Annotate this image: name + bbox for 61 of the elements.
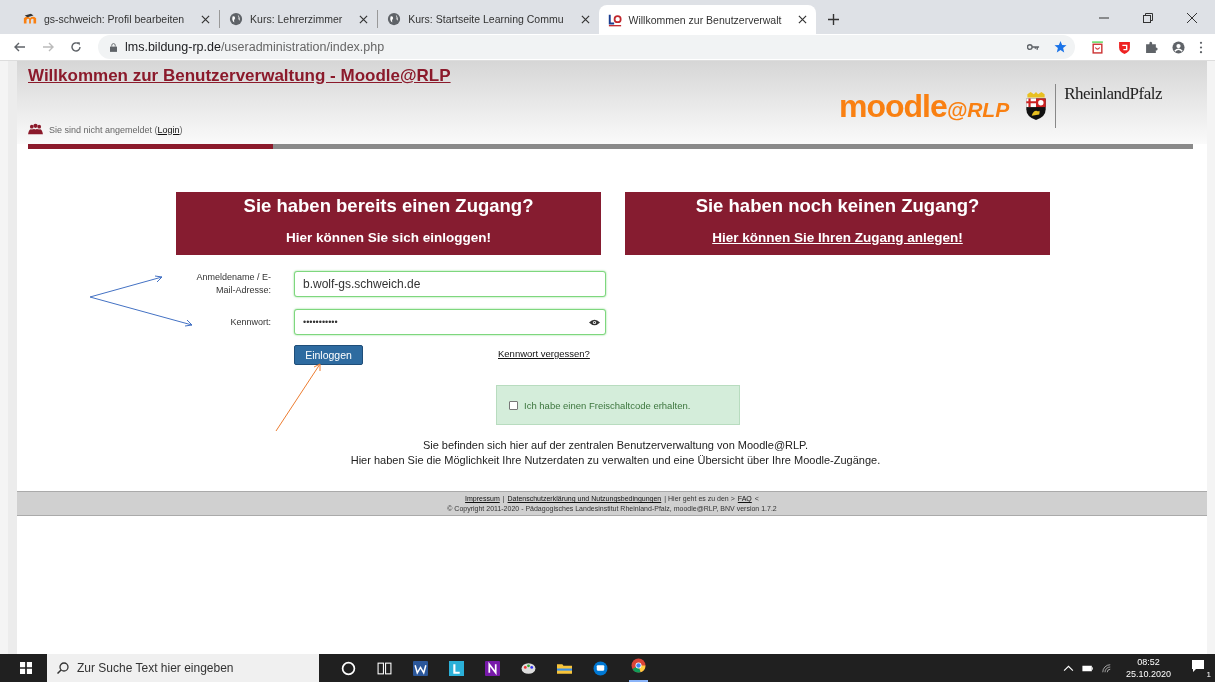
taskbar-clock[interactable]: 08:52 25.10.2020 (1125, 656, 1171, 680)
forgot-password-link[interactable]: Kennwort vergessen? (498, 348, 590, 360)
extension-icon[interactable] (1091, 40, 1104, 54)
globe-icon (387, 12, 402, 26)
browser-tab[interactable]: Willkommen zur Benutzerverwalt (598, 5, 817, 34)
close-icon[interactable] (359, 14, 369, 24)
back-icon[interactable] (14, 41, 26, 53)
menu-icon[interactable] (1199, 40, 1203, 54)
code-checkbox[interactable]: Ich habe einen Freischaltcode erhalten. (509, 399, 691, 411)
lock-icon (110, 42, 117, 52)
puzzle-icon[interactable] (1145, 40, 1158, 54)
reload-icon[interactable] (70, 41, 82, 53)
state-name-logo: RheinlandPfalz (1064, 84, 1162, 104)
register-link[interactable]: Hier können Sie Ihren Zugang anlegen! (712, 230, 963, 245)
chevron-up-icon[interactable] (1062, 663, 1074, 673)
globe-icon (229, 12, 244, 26)
close-icon[interactable] (798, 15, 808, 24)
moodle-icon (23, 12, 37, 26)
word-icon[interactable] (413, 660, 428, 676)
page-title-link[interactable]: Willkommen zur Benutzerverwaltung - Moodle@RLP (28, 66, 451, 86)
onenote-icon[interactable] (485, 660, 500, 676)
browser-tab[interactable]: Kurs: Lehrerzimmer (220, 5, 378, 33)
close-icon[interactable] (201, 14, 211, 24)
windows-start-icon[interactable] (20, 662, 32, 674)
login-status-text: Sie sind nicht angemeldet (Login) (49, 124, 183, 135)
account-icon[interactable] (1172, 40, 1185, 54)
chat-app-icon[interactable] (593, 660, 608, 676)
login-button[interactable]: Einloggen (294, 345, 363, 366)
browser-tab[interactable]: gs-schweich: Profil bearbeiten (14, 5, 220, 33)
coat-of-arms-icon (1025, 92, 1048, 120)
new-tab-icon[interactable] (828, 14, 840, 25)
username-field[interactable]: b.wolf-gs.schweich.de (294, 271, 606, 298)
taskbar-search-field[interactable]: Zur Suche Text hier eingeben (47, 654, 319, 682)
info-text: Sie befinden sich hier auf der zentralen Benutzerverwaltung von Moodle@RLP. (421, 438, 810, 454)
panel-heading: Sie haben bereits einen Zugang? (243, 195, 534, 217)
search-icon (57, 662, 69, 674)
app-tile-icon[interactable] (449, 660, 464, 676)
panel-subheading: Hier können Sie sich einloggen! (286, 230, 491, 245)
battery-icon[interactable] (1081, 663, 1093, 673)
wifi-icon[interactable] (1100, 663, 1112, 673)
info-text: Hier haben Sie die Möglichkeit Ihre Nutzerdaten zu verwalten und eine Übersicht über Ihre Moodle-Zugänge. (349, 453, 882, 469)
users-icon (28, 123, 43, 136)
key-icon[interactable] (1027, 41, 1040, 53)
lo-logo-icon (607, 12, 622, 27)
browser-tab[interactable]: Kurs: Startseite Learning Commu (378, 5, 599, 33)
paint-icon[interactable] (521, 660, 536, 676)
shield-icon[interactable] (1118, 40, 1131, 54)
field-label: Anmeldename / E-Mail-Adresse: (195, 271, 271, 298)
field-label: Kennwort: (229, 315, 271, 329)
eye-icon[interactable] (589, 319, 600, 327)
star-icon[interactable] (1054, 41, 1067, 53)
panel-heading: Sie haben noch keinen Zugang? (695, 195, 980, 217)
cortana-icon[interactable] (341, 660, 356, 676)
task-view-icon[interactable] (377, 660, 392, 676)
close-icon[interactable] (580, 14, 590, 24)
notification-button[interactable]: 1 (1191, 659, 1209, 677)
address-field[interactable]: lms.bildung-rp.de/useradministration/index.php (98, 35, 1075, 59)
moodle-rlp-logo: moodle@RLP (838, 87, 1010, 125)
close-icon[interactable] (1187, 13, 1197, 23)
password-field[interactable]: ••••••••••• (294, 309, 606, 336)
restore-icon[interactable] (1143, 13, 1153, 23)
